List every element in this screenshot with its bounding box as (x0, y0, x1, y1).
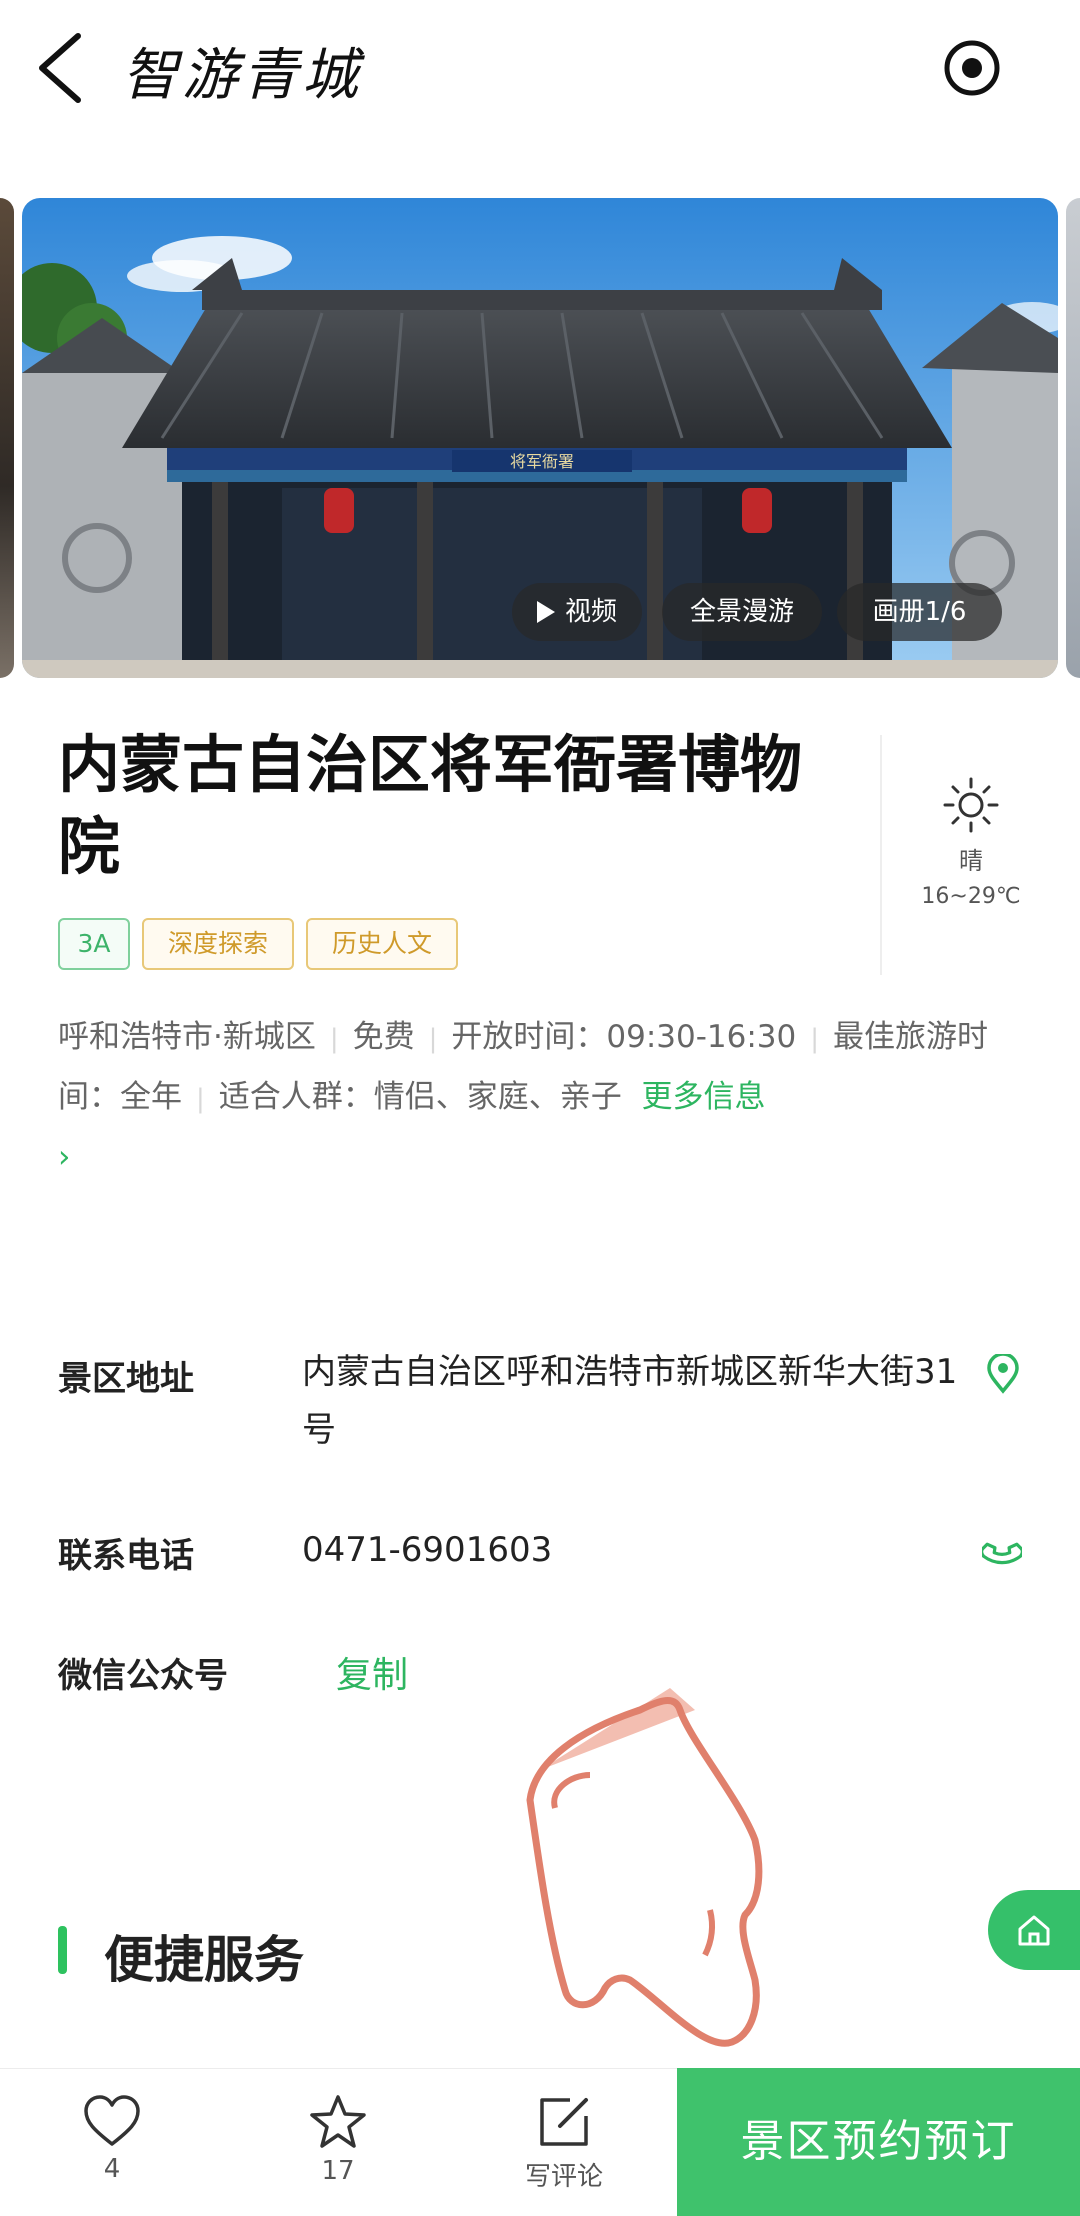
star-icon (310, 2095, 366, 2148)
panorama-tour-button[interactable]: 全景漫游 (662, 583, 822, 641)
gate-plaque: 将军衙署 (510, 452, 574, 471)
home-floating-button[interactable] (988, 1890, 1080, 1970)
copy-wechat-button[interactable]: 复制 (336, 1646, 408, 1698)
wechat-label: 微信公众号 (58, 1656, 228, 1696)
heart-icon (84, 2095, 140, 2146)
sun-icon (943, 777, 999, 833)
weather-temperature: 16~29℃ (921, 884, 1021, 909)
info-price: 免费 (352, 1019, 415, 1055)
section-accent-bar (58, 1926, 67, 1974)
top-header: 智游青城 (0, 0, 1080, 140)
book-reservation-button[interactable]: 景区预约预订 (677, 2068, 1080, 2216)
edit-icon (540, 2098, 588, 2146)
photo-gallery[interactable]: 将军衙署 视频 全景漫游 画册1/6 (22, 198, 1058, 678)
phone-label: 联系电话 (58, 1536, 194, 1576)
like-count: 4 (103, 2154, 121, 2184)
divider: | (196, 1084, 205, 1114)
address-value: 内蒙古自治区呼和浩特市新城区新华大街31号 (302, 1352, 958, 1450)
like-button[interactable]: 4 (52, 2094, 172, 2184)
section-title: 便捷服务 (104, 1931, 304, 1989)
tag-rating: 3A (58, 918, 130, 970)
info-crowd: 情侣、家庭、亲子 (373, 1079, 622, 1115)
phone-value: 0471-6901603 (302, 1530, 553, 1570)
phone-icon[interactable] (982, 1532, 1022, 1572)
divider: | (428, 1024, 438, 1054)
more-info-link[interactable]: 更多信息 (641, 1079, 765, 1115)
tag-history-culture: 历史人文 (306, 918, 458, 970)
info-crowd-label: 适合人群： (218, 1079, 374, 1115)
album-button[interactable]: 画册1/6 (837, 583, 1002, 641)
weather-condition: 晴 (959, 847, 983, 875)
back-arrow-icon[interactable] (30, 28, 90, 108)
gallery-prev-peek[interactable] (0, 198, 14, 678)
home-icon (1018, 1915, 1050, 1946)
info-best-time: 全年 (120, 1079, 182, 1115)
info-open-label: 开放时间： (451, 1019, 607, 1055)
app-title: 智游青城 (122, 43, 362, 108)
pointing-hand-icon (526, 1688, 763, 2047)
place-title: 内蒙古自治区将军衙署博物院 (58, 728, 803, 883)
address-label: 景区地址 (58, 1359, 194, 1399)
play-icon (536, 601, 555, 623)
video-label: 视频 (564, 597, 617, 627)
info-location: 呼和浩特市·新城区 (58, 1019, 316, 1055)
video-button[interactable]: 视频 (512, 583, 642, 641)
write-review-button[interactable]: 写评论 (504, 2094, 624, 2193)
info-open-hours: 09:30-16:30 (606, 1019, 797, 1055)
location-pin-icon[interactable] (985, 1354, 1021, 1394)
chevron-right-icon[interactable]: › (58, 1139, 70, 1175)
weather-widget: 晴 16~29℃ (880, 735, 1060, 975)
favorite-button[interactable]: 17 (278, 2094, 398, 2186)
divider: | (329, 1024, 339, 1054)
write-review-label: 写评论 (524, 2162, 603, 2192)
tag-deep-explore: 深度探索 (142, 918, 294, 970)
info-summary: 呼和浩特市·新城区 | 免费 | 开放时间：09:30-16:30 | 最佳旅游时间：全年 |… (58, 1008, 1026, 1186)
gallery-next-peek[interactable] (1066, 198, 1080, 678)
divider: | (810, 1024, 820, 1054)
favorite-count: 17 (321, 2156, 355, 2186)
target-icon[interactable] (942, 38, 1002, 98)
